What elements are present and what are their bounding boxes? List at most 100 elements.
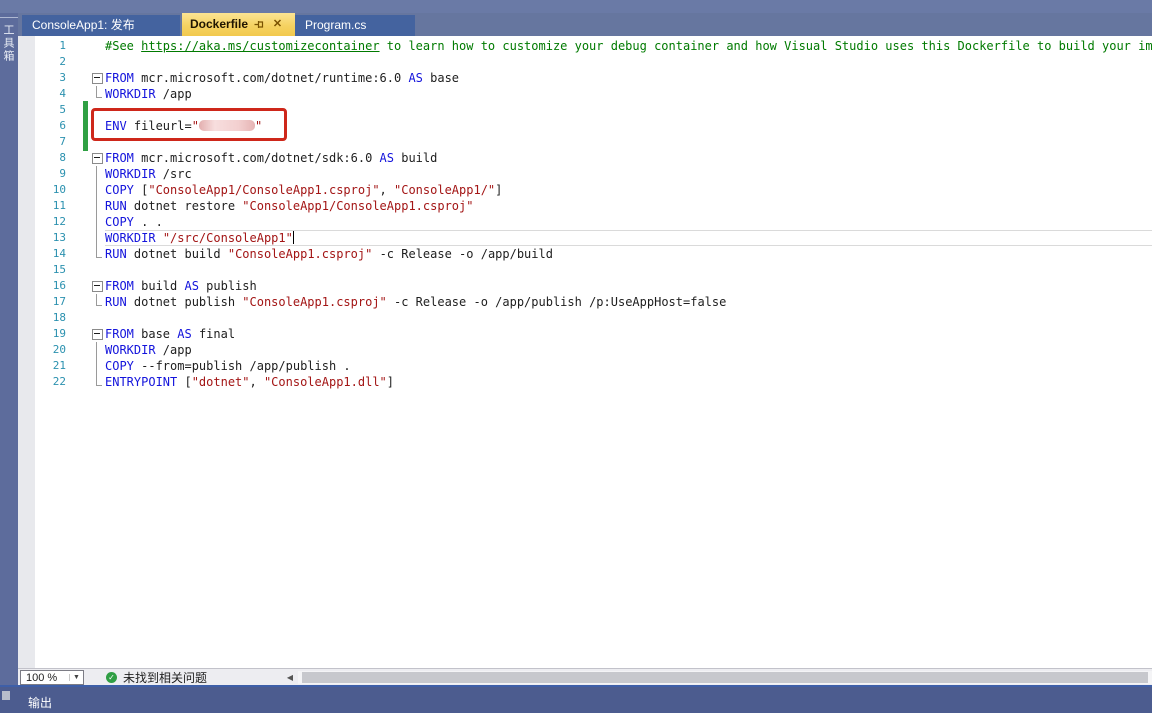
code-text[interactable] bbox=[105, 262, 1152, 278]
code-segment-kw: COPY bbox=[105, 359, 134, 373]
change-bar-empty bbox=[66, 326, 88, 342]
code-line[interactable]: 9WORKDIR /src bbox=[18, 166, 1152, 182]
code-segment-pln: /app bbox=[156, 87, 192, 101]
close-icon[interactable]: ✕ bbox=[271, 18, 284, 31]
code-line[interactable]: 22ENTRYPOINT ["dotnet", "ConsoleApp1.dll… bbox=[18, 374, 1152, 390]
document-health-text: 未找到相关问题 bbox=[123, 669, 207, 686]
code-line[interactable]: 7 bbox=[18, 134, 1152, 150]
fold-collapse-icon[interactable] bbox=[88, 278, 105, 294]
code-text[interactable] bbox=[105, 134, 1152, 150]
document-tab-bar: ConsoleApp1: 发布 Dockerfile ✕ Program.cs bbox=[18, 13, 1152, 36]
fold-collapse-icon[interactable] bbox=[88, 70, 105, 86]
code-line[interactable]: 18 bbox=[18, 310, 1152, 326]
code-segment-pln: base bbox=[134, 327, 177, 341]
line-number: 4 bbox=[18, 86, 66, 102]
code-text[interactable]: WORKDIR /src bbox=[105, 166, 1152, 182]
redacted-value bbox=[199, 120, 255, 131]
code-segment-pln: fileurl= bbox=[127, 119, 192, 133]
code-text[interactable]: FROM mcr.microsoft.com/dotnet/sdk:6.0 AS… bbox=[105, 150, 1152, 166]
chevron-down-icon: ▼ bbox=[69, 674, 83, 681]
code-segment-kw: WORKDIR bbox=[105, 87, 156, 101]
code-text[interactable] bbox=[105, 54, 1152, 70]
fold-column bbox=[88, 102, 105, 118]
code-segment-pln: build bbox=[134, 279, 185, 293]
code-segment-str: "dotnet" bbox=[192, 375, 250, 389]
code-line[interactable]: 19 FROM base AS final bbox=[18, 326, 1152, 342]
panel-gripper[interactable] bbox=[2, 691, 10, 700]
code-line[interactable]: 13WORKDIR "/src/ConsoleApp1" bbox=[18, 230, 1152, 246]
code-text[interactable]: WORKDIR /app bbox=[105, 342, 1152, 358]
code-line[interactable]: 15 bbox=[18, 262, 1152, 278]
code-segment-kw: COPY bbox=[105, 183, 134, 197]
code-text[interactable]: ENV fileurl="" bbox=[105, 118, 1152, 134]
fold-column bbox=[88, 38, 105, 54]
code-editor[interactable]: 1#See https://aka.ms/customizecontainer … bbox=[18, 36, 1152, 668]
code-segment-kw: RUN bbox=[105, 247, 127, 261]
output-panel-tab[interactable]: 输出 bbox=[28, 694, 52, 713]
fold-column bbox=[88, 134, 105, 150]
code-text[interactable]: COPY ["ConsoleApp1/ConsoleApp1.csproj", … bbox=[105, 182, 1152, 198]
code-segment-str: "ConsoleApp1.dll" bbox=[264, 375, 387, 389]
fold-collapse-icon[interactable] bbox=[88, 150, 105, 166]
code-line[interactable]: 20WORKDIR /app bbox=[18, 342, 1152, 358]
horizontal-scrollbar-thumb[interactable] bbox=[302, 672, 1148, 683]
code-segment-kw: AS bbox=[177, 327, 191, 341]
code-text[interactable]: ENTRYPOINT ["dotnet", "ConsoleApp1.dll"] bbox=[105, 374, 1152, 390]
code-line[interactable]: 6ENV fileurl="" bbox=[18, 118, 1152, 134]
code-text[interactable]: #See https://aka.ms/customizecontainer t… bbox=[105, 38, 1152, 54]
code-line[interactable]: 8 FROM mcr.microsoft.com/dotnet/sdk:6.0 A… bbox=[18, 150, 1152, 166]
code-text[interactable]: FROM build AS publish bbox=[105, 278, 1152, 294]
code-area[interactable]: 1#See https://aka.ms/customizecontainer … bbox=[18, 36, 1152, 390]
zoom-level-dropdown[interactable]: 100 % ▼ bbox=[20, 670, 84, 685]
code-line[interactable]: 3FROM mcr.microsoft.com/dotnet/runtime:6… bbox=[18, 70, 1152, 86]
code-line[interactable]: 16FROM build AS publish bbox=[18, 278, 1152, 294]
output-panel-header: 输出 bbox=[0, 685, 1152, 713]
code-line[interactable]: 2 bbox=[18, 54, 1152, 70]
code-text[interactable]: RUN dotnet build "ConsoleApp1.csproj" -c… bbox=[105, 246, 1152, 262]
code-line[interactable]: 10COPY ["ConsoleApp1/ConsoleApp1.csproj"… bbox=[18, 182, 1152, 198]
code-segment-pln: . . bbox=[134, 215, 163, 229]
code-segment-kw: AS bbox=[184, 279, 198, 293]
code-line[interactable]: 17RUN dotnet publish "ConsoleApp1.csproj… bbox=[18, 294, 1152, 310]
code-text[interactable]: COPY . . bbox=[105, 214, 1152, 230]
tab-consoleapp1-publish[interactable]: ConsoleApp1: 发布 bbox=[22, 15, 180, 36]
scroll-left-icon[interactable]: ◀ bbox=[284, 671, 296, 684]
horizontal-scrollbar[interactable] bbox=[298, 671, 1152, 684]
fold-guide bbox=[88, 86, 105, 102]
code-text[interactable]: FROM mcr.microsoft.com/dotnet/runtime:6.… bbox=[105, 70, 1152, 86]
code-line[interactable]: 5 bbox=[18, 102, 1152, 118]
toolbox-vertical-tab[interactable]: 工具箱 bbox=[0, 17, 18, 63]
tab-program-cs[interactable]: Program.cs bbox=[295, 15, 415, 36]
code-text[interactable]: WORKDIR /app bbox=[105, 86, 1152, 102]
change-bar-empty bbox=[66, 86, 88, 102]
fold-column bbox=[88, 310, 105, 326]
code-line[interactable]: 21COPY --from=publish /app/publish . bbox=[18, 358, 1152, 374]
fold-collapse-icon[interactable] bbox=[88, 326, 105, 342]
code-text[interactable]: FROM base AS final bbox=[105, 326, 1152, 342]
change-bar-empty bbox=[66, 310, 88, 326]
line-number: 8 bbox=[18, 150, 66, 166]
change-bar-empty bbox=[66, 230, 88, 246]
code-segment-pln: build bbox=[394, 151, 437, 165]
pin-icon[interactable] bbox=[253, 18, 266, 31]
code-line[interactable]: 12COPY . . bbox=[18, 214, 1152, 230]
check-circle-icon: ✓ bbox=[106, 672, 117, 683]
code-line[interactable]: 14RUN dotnet build "ConsoleApp1.csproj" … bbox=[18, 246, 1152, 262]
code-line[interactable]: 4 WORKDIR /app bbox=[18, 86, 1152, 102]
code-segment-pln: dotnet build bbox=[127, 247, 228, 261]
code-line[interactable]: 11RUN dotnet restore "ConsoleApp1/Consol… bbox=[18, 198, 1152, 214]
line-number: 19 bbox=[18, 326, 66, 342]
code-segment-str: "ConsoleApp1.csproj" bbox=[242, 295, 387, 309]
code-segment-cmt: #See bbox=[105, 39, 141, 53]
code-segment-kw: WORKDIR bbox=[105, 167, 156, 181]
code-segment-kw: FROM bbox=[105, 327, 134, 341]
code-text[interactable]: WORKDIR "/src/ConsoleApp1" bbox=[105, 230, 1152, 246]
code-text[interactable]: RUN dotnet publish "ConsoleApp1.csproj" … bbox=[105, 294, 1152, 310]
code-segment-kw: FROM bbox=[105, 279, 134, 293]
code-text[interactable]: RUN dotnet restore "ConsoleApp1/ConsoleA… bbox=[105, 198, 1152, 214]
code-text[interactable] bbox=[105, 102, 1152, 118]
code-text[interactable] bbox=[105, 310, 1152, 326]
code-text[interactable]: COPY --from=publish /app/publish . bbox=[105, 358, 1152, 374]
code-line[interactable]: 1#See https://aka.ms/customizecontainer … bbox=[18, 38, 1152, 54]
tab-dockerfile[interactable]: Dockerfile ✕ bbox=[182, 13, 295, 36]
